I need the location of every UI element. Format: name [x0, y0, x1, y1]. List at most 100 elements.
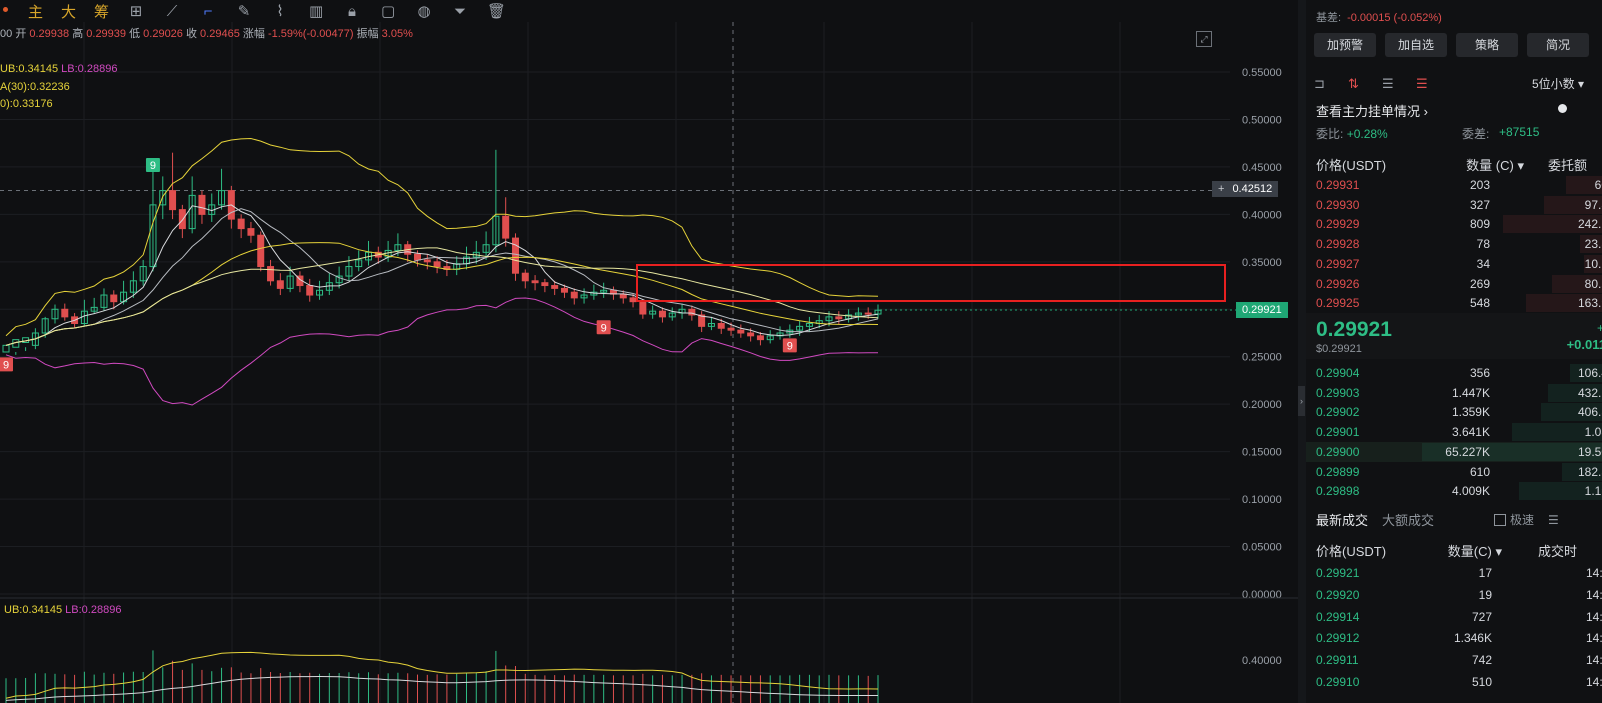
fast-mode-checkbox[interactable]: [1494, 513, 1506, 526]
add-line-icon[interactable]: +: [1218, 183, 1224, 195]
toolbar-big-button[interactable]: 大: [61, 1, 76, 22]
ask-price: 0.29927: [1316, 256, 1360, 271]
candle-body: [433, 261, 441, 268]
strategy-button[interactable]: 策略: [1456, 33, 1518, 57]
toolbar-chips-button[interactable]: 筹: [94, 1, 109, 22]
candle-body: [2, 344, 10, 353]
trade-time: 14:09: [1585, 609, 1602, 624]
trades-header-time: 成交时: [1538, 544, 1578, 559]
view-main-orders-link[interactable]: 查看主力挂单情况 ›: [1316, 101, 1428, 120]
ask-row[interactable]: 0.29931 203 60: [1306, 175, 1602, 195]
book-both-icon[interactable]: ⊐: [1314, 76, 1348, 92]
candle-body: [198, 194, 206, 215]
magnet-icon[interactable]: ◍: [415, 2, 433, 20]
trade-qty: 742: [1471, 653, 1492, 668]
edit-icon[interactable]: ▢: [379, 2, 397, 20]
ask-total: 10.1: [1584, 256, 1602, 271]
last-price-usd: $0.29921: [1316, 343, 1362, 355]
bid-row[interactable]: 0.29901 3.641K 1.08: [1306, 422, 1602, 442]
diff-label: 委差:: [1462, 127, 1490, 141]
cursor-icon[interactable]: ⌐: [199, 3, 217, 20]
chart-area[interactable]: 0.550000.500000.450000.400000.350000.300…: [0, 0, 1298, 703]
bid-qty: 1.359K: [1451, 405, 1490, 420]
panel-divider[interactable]: ›: [1298, 0, 1306, 703]
change-value: -1.59%(-0.00477): [267, 28, 354, 40]
decimal-select[interactable]: 5位小数 ▾: [1532, 75, 1584, 92]
trash-icon[interactable]: 🗑︎: [487, 2, 506, 20]
bid-row[interactable]: 0.29902 1.359K 406.3: [1306, 402, 1602, 422]
ask-total: 80.5: [1584, 276, 1602, 291]
expand-icon[interactable]: ⤢: [1196, 31, 1212, 47]
ask-row[interactable]: 0.29927 34 10.1: [1306, 254, 1602, 274]
trades-header-qty[interactable]: 数量(C) ▾: [1436, 541, 1502, 560]
bid-row[interactable]: 0.29899 610 182.3: [1306, 462, 1602, 482]
ask-row[interactable]: 0.29929 809 242.1: [1306, 214, 1602, 234]
candle-body: [570, 291, 578, 299]
collapse-icon[interactable]: ›: [1298, 386, 1305, 416]
bid-price: 0.29902: [1316, 405, 1360, 420]
price-chart[interactable]: 0.550000.500000.450000.400000.350000.300…: [0, 0, 1298, 703]
candle-body: [61, 308, 69, 318]
sub-boll-lower-value: LB:0.28896: [65, 604, 122, 616]
draw-icon[interactable]: ⟋: [163, 3, 181, 20]
trade-row[interactable]: 0.29921 17 14:09: [1306, 563, 1602, 583]
ask-row[interactable]: 0.29926 269 80.5: [1306, 274, 1602, 294]
filter-icon[interactable]: ⏷: [451, 3, 469, 20]
candle-body: [560, 287, 568, 293]
crosshair-price-tag: +0.42512: [1212, 181, 1279, 197]
overview-button[interactable]: 简况: [1527, 33, 1589, 57]
add-alert-button[interactable]: 加预警: [1314, 33, 1376, 57]
y-axis-tick: 0.40000: [1242, 209, 1282, 221]
trade-row[interactable]: 0.29920 19 14:09: [1306, 585, 1602, 605]
candle-body: [747, 332, 755, 337]
toolbar-main-button[interactable]: 主: [28, 1, 43, 22]
book-bids-icon[interactable]: ☰: [1382, 76, 1416, 92]
bid-total: 182.3: [1577, 464, 1602, 479]
tab-large-trades[interactable]: 大额成交: [1382, 510, 1434, 529]
change-label: 涨幅: [242, 28, 265, 40]
tab-latest-trades[interactable]: 最新成交: [1316, 510, 1368, 529]
toggle-dot[interactable]: [1558, 104, 1567, 113]
bid-row[interactable]: 0.29900 65.227K 19.50: [1306, 442, 1602, 462]
amplitude-value: 3.05%: [381, 28, 413, 40]
bid-price: 0.29904: [1316, 366, 1360, 380]
trade-row[interactable]: 0.29912 1.346K 14:09: [1306, 628, 1602, 648]
candle-body: [727, 327, 735, 331]
book-asks-icon[interactable]: ☰: [1416, 76, 1450, 92]
sub-axis-tick: 0.40000: [1242, 655, 1282, 667]
trade-row[interactable]: 0.29911 742 14:09: [1306, 650, 1602, 670]
ask-row[interactable]: 0.29928 78 23.3: [1306, 234, 1602, 254]
ask-row[interactable]: 0.29930 327 97.8: [1306, 195, 1602, 215]
bid-qty: 65.227K: [1445, 444, 1490, 459]
bid-row[interactable]: 0.29903 1.447K 432.6: [1306, 383, 1602, 403]
td-marker-label: 9: [3, 359, 9, 371]
book-header-qty[interactable]: 数量 (C) ▾: [1436, 155, 1524, 174]
candle-body: [178, 209, 186, 230]
bid-total: 432.6: [1577, 385, 1602, 400]
fast-mode-toggle[interactable]: 极速 ☰: [1494, 511, 1559, 528]
brush-icon[interactable]: ⌇: [271, 2, 289, 20]
candle-body: [502, 215, 510, 239]
trade-qty: 1.346K: [1453, 631, 1492, 646]
bid-total: 19.50: [1577, 444, 1602, 459]
bid-row[interactable]: 0.29904 356 106.4: [1306, 363, 1602, 383]
open-value: 0.29938: [29, 28, 70, 40]
pen-icon[interactable]: ✎: [235, 2, 253, 20]
trade-qty: 727: [1471, 609, 1492, 624]
indicator-icon[interactable]: ⊞: [127, 2, 145, 20]
basis-readout: 基差: -0.00015 (-0.052%): [1316, 9, 1442, 25]
trade-qty: 510: [1471, 675, 1492, 689]
ask-row[interactable]: 0.29925 548 163.9: [1306, 293, 1602, 313]
y-axis-tick: 0.35000: [1242, 257, 1282, 269]
bid-total: 106.4: [1577, 366, 1602, 380]
lock-icon[interactable]: 🔒︎: [343, 3, 361, 20]
trade-row[interactable]: 0.29914 727 14:09: [1306, 607, 1602, 627]
list-view-icon[interactable]: ☰: [1548, 513, 1559, 527]
bid-row[interactable]: 0.29898 4.009K 1.19: [1306, 481, 1602, 501]
add-watchlist-button[interactable]: 加自选: [1385, 33, 1447, 57]
book-split-icon[interactable]: ⇅: [1348, 76, 1382, 92]
trade-row[interactable]: 0.29910 510 14:09: [1306, 672, 1602, 692]
trade-price: 0.29911: [1316, 653, 1359, 668]
caret-down-icon: ▾: [1577, 77, 1584, 91]
candles-icon[interactable]: ▥: [307, 2, 325, 20]
